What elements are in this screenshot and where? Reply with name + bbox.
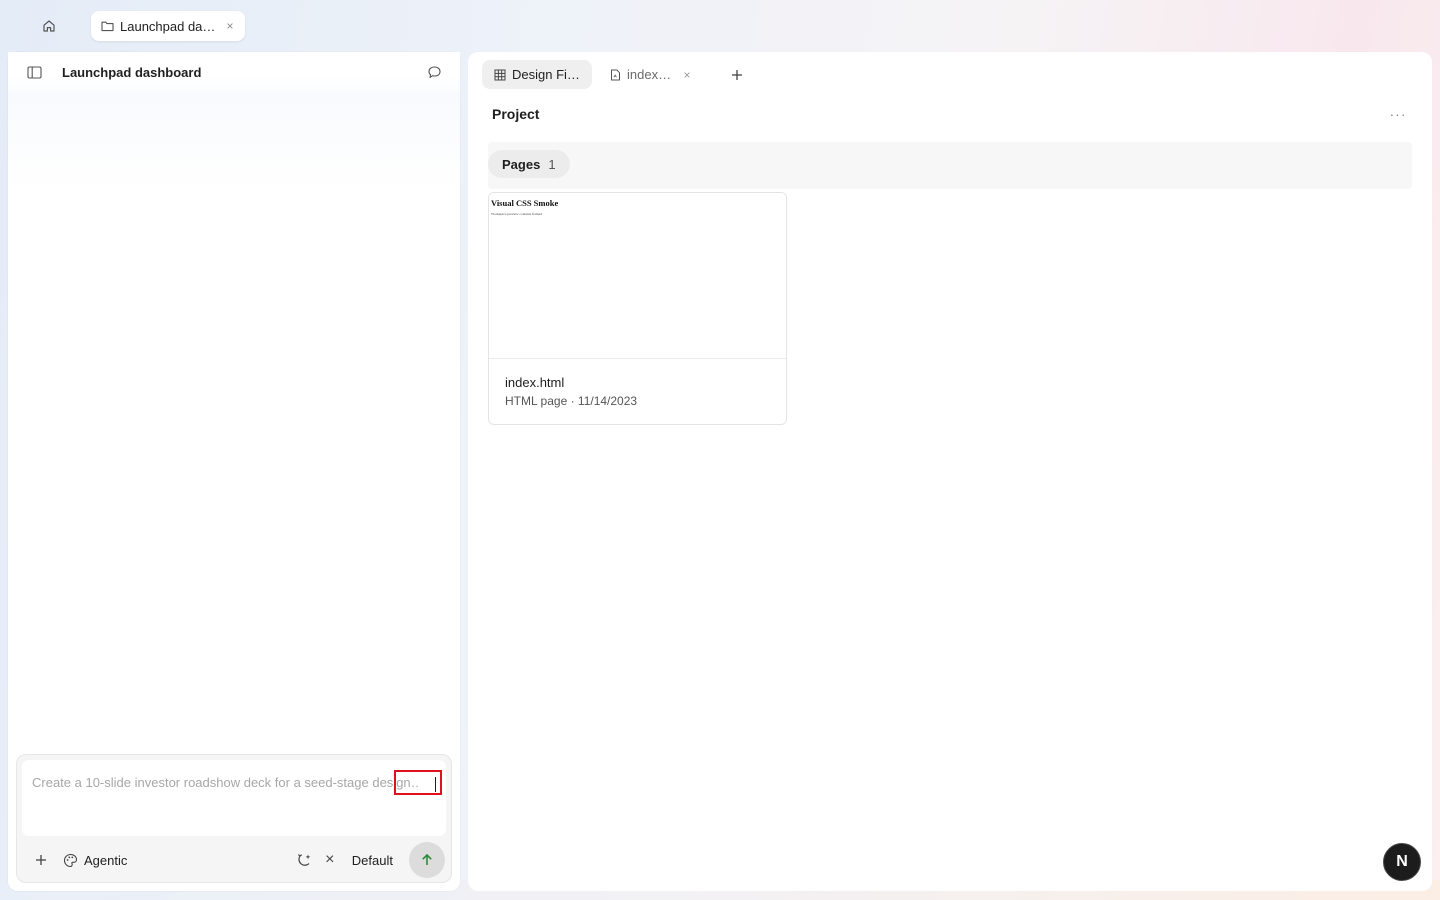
- add-tab-button[interactable]: [726, 64, 748, 86]
- file-tabs: Design Files index.html ×: [482, 60, 748, 89]
- chat-bubble-icon: [427, 65, 441, 78]
- mode-selector[interactable]: Agentic: [63, 853, 127, 868]
- user-avatar-button[interactable]: N: [1383, 843, 1421, 881]
- composer: Agentic × Default: [16, 754, 452, 883]
- model-selector[interactable]: Default: [352, 853, 393, 868]
- file-icon: [611, 69, 620, 80]
- page-name: index.html: [505, 375, 565, 390]
- page-thumbnail: Visual CSS Smoke Workspace preview conta…: [489, 193, 786, 359]
- pages-filter-chip[interactable]: Pages 1: [488, 150, 570, 178]
- palette-icon: [63, 853, 78, 867]
- tab-label: Launchpad dashboard: [120, 18, 217, 34]
- attach-button[interactable]: [31, 850, 51, 870]
- chat-title: Launchpad dashboard: [62, 64, 202, 80]
- plus-icon: [36, 855, 46, 865]
- folder-icon: [101, 21, 114, 32]
- page-meta: HTML page · 11/14/2023: [505, 394, 638, 408]
- sidebar-icon: [26, 65, 42, 79]
- home-icon: [43, 20, 55, 32]
- thumbnail-subtitle: Workspace preview contains framed: [491, 212, 542, 216]
- thumbnail-title: Visual CSS Smoke: [491, 198, 559, 208]
- comment-button[interactable]: [424, 62, 444, 82]
- more-options-button[interactable]: ···: [1386, 104, 1410, 124]
- clear-button[interactable]: ×: [320, 850, 340, 870]
- project-title: Project: [492, 106, 540, 122]
- composer-input-area: [22, 760, 446, 836]
- avatar-initial: N: [1396, 853, 1408, 870]
- grid-icon: [494, 69, 506, 80]
- tab-launchpad-dashboard[interactable]: Launchpad dashboard ×: [91, 11, 245, 41]
- tab-close-button[interactable]: ×: [223, 19, 237, 33]
- tab-design-files[interactable]: Design Files: [482, 60, 592, 89]
- home-button[interactable]: [36, 14, 62, 38]
- plus-icon: [732, 69, 742, 80]
- wand-icon: [297, 854, 311, 866]
- sidebar-toggle-button[interactable]: [24, 62, 44, 82]
- composer-toolbar: Agentic × Default: [17, 841, 451, 879]
- tab-label: Design Files: [512, 67, 580, 82]
- ellipsis-icon: ···: [1389, 106, 1407, 122]
- chat-history-area: [8, 92, 460, 192]
- pages-label: Pages: [502, 156, 541, 172]
- arrow-up-icon: [422, 854, 432, 865]
- close-icon: ×: [325, 851, 335, 868]
- mode-label: Agentic: [84, 852, 128, 868]
- chat-panel: Launchpad dashboard Create a 10-slide in…: [8, 52, 460, 891]
- pages-section-bar: Pages 1: [488, 142, 1412, 189]
- top-bar: Launchpad dashboard ×: [0, 0, 1440, 52]
- pages-count: 1: [548, 156, 556, 172]
- tab-index-html[interactable]: index.html ×: [598, 60, 706, 89]
- prompt-input[interactable]: [22, 768, 428, 796]
- chat-header: Launchpad dashboard: [8, 52, 460, 92]
- send-button[interactable]: [409, 842, 445, 878]
- workspace-panel: Design Files index.html × Project ··· Pa…: [468, 52, 1432, 891]
- tools-button[interactable]: [294, 850, 314, 870]
- tab-close-button[interactable]: ×: [680, 68, 694, 82]
- tab-label: index.html: [627, 67, 674, 82]
- page-card-index-html[interactable]: Visual CSS Smoke Workspace preview conta…: [488, 192, 787, 425]
- text-caret: [435, 777, 436, 792]
